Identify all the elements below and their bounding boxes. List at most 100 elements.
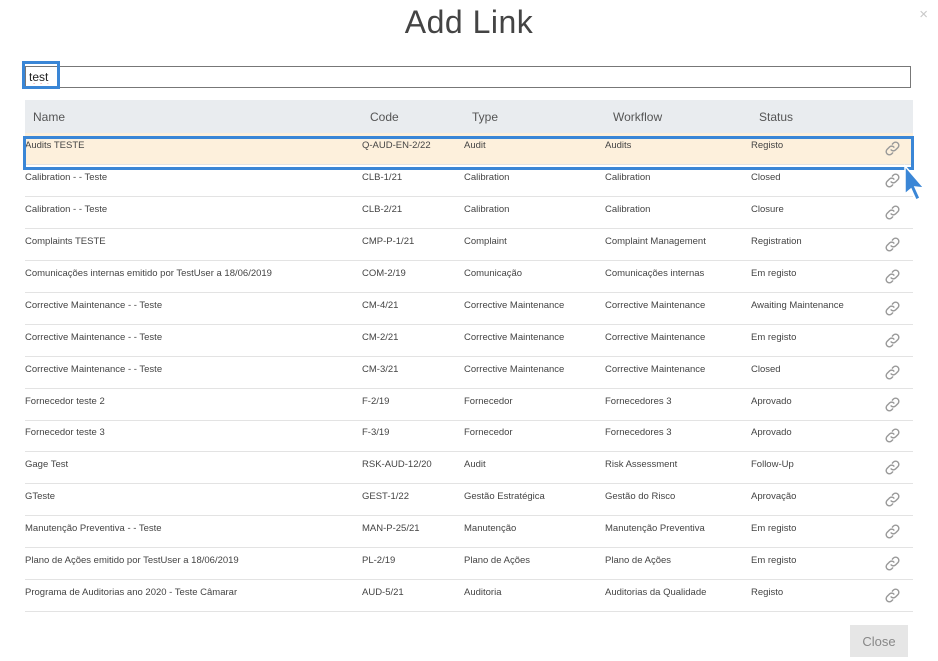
column-header-workflow[interactable]: Workflow: [605, 100, 751, 133]
cell-code: F-2/19: [362, 395, 390, 407]
link-icon[interactable]: [884, 204, 901, 221]
cell-workflow: Gestão do Risco: [605, 491, 676, 503]
cell-workflow: Risk Assessment: [605, 459, 678, 471]
link-icon[interactable]: [884, 523, 901, 540]
table-row[interactable]: Calibration - - Teste CLB-2/21 Calibration…: [25, 197, 913, 229]
cell-status: Registo: [751, 586, 784, 598]
cell-code: PL-2/19: [362, 555, 396, 567]
cell-code: AUD-5/21: [362, 586, 404, 598]
cell-workflow: Fornecedores 3: [605, 427, 672, 439]
cell-type: Fornecedor: [464, 427, 513, 439]
table-row[interactable]: GTeste GEST-1/22 Gestão Estratégica Gestão …: [25, 484, 913, 516]
table-row[interactable]: Plano de Ações emitido por TestUser a 18…: [25, 548, 913, 580]
column-header-type[interactable]: Type: [464, 100, 605, 133]
table-row[interactable]: Corrective Maintenance - - Teste CM-2/21 C…: [25, 324, 913, 357]
cell-action: [872, 388, 913, 420]
cell-name: Gage Test: [25, 459, 69, 471]
link-icon[interactable]: [884, 364, 901, 381]
cell-name: Manutenção Preventiva - - Teste: [25, 523, 162, 535]
cell-code: MAN-P-25/21: [362, 523, 420, 535]
table-row[interactable]: Corrective Maintenance - - Teste CM-4/21 C…: [25, 292, 913, 325]
cell-name: Programa de Auditorias ano 2020 - Teste …: [25, 586, 238, 598]
cell-status: Closed: [751, 363, 781, 375]
cell-action: [872, 229, 913, 261]
column-header-action: [872, 100, 913, 133]
search-field: [25, 66, 911, 88]
link-icon[interactable]: [884, 172, 901, 189]
cell-workflow: Plano de Ações: [605, 555, 672, 567]
table-row[interactable]: Calibration - - Teste CLB-1/21 Calibration…: [25, 165, 913, 197]
cell-action: [872, 292, 913, 324]
cell-type: Complaint: [464, 236, 507, 248]
cell-type: Corrective Maintenance: [464, 299, 565, 311]
cell-status: Follow-Up: [751, 459, 794, 471]
cell-name: Calibration - - Teste: [25, 204, 108, 216]
cell-code: COM-2/19: [362, 268, 406, 279]
cell-workflow: Comunicações internas: [605, 268, 705, 279]
table-row[interactable]: Fornecedor teste 2 F-2/19 Fornecedor Fornec…: [25, 388, 913, 421]
results-table: Name Code Type Workflow Status Audits TE…: [25, 100, 913, 612]
cell-status: Aprovação: [751, 491, 797, 503]
link-icon[interactable]: [884, 236, 901, 253]
cell-name: Corrective Maintenance - - Teste: [25, 363, 163, 375]
close-button[interactable]: Close: [850, 625, 908, 657]
link-icon[interactable]: [884, 427, 901, 444]
dialog-title: Add Link: [404, 4, 534, 40]
column-header-status[interactable]: Status: [751, 100, 872, 133]
table-row[interactable]: Comunicações internas emitido por TestUs…: [25, 261, 913, 293]
cell-code: CMP-P-1/21: [362, 236, 415, 248]
cell-workflow: Calibration: [605, 204, 651, 216]
link-icon[interactable]: [884, 459, 901, 476]
cell-status: Closed: [751, 172, 781, 184]
cell-workflow: Corrective Maintenance: [605, 331, 706, 343]
link-icon[interactable]: [884, 268, 901, 285]
cell-code: CLB-1/21: [362, 172, 403, 184]
table-row[interactable]: Programa de Auditorias ano 2020 - Teste …: [25, 579, 913, 612]
cell-status: Registration: [751, 236, 802, 248]
cell-name: Audits TESTE: [25, 140, 85, 152]
cell-workflow: Corrective Maintenance: [605, 299, 706, 311]
cell-status: Closure: [751, 204, 784, 216]
link-icon[interactable]: [884, 332, 901, 349]
cell-code: CM-4/21: [362, 299, 399, 311]
cell-type: Fornecedor: [464, 395, 513, 407]
cell-type: Comunicação: [464, 268, 523, 279]
column-header-name[interactable]: Name: [25, 100, 362, 133]
table-row[interactable]: Manutenção Preventiva - - Teste MAN-P-25/…: [25, 516, 913, 548]
cell-code: Q-AUD-EN-2/22: [362, 140, 431, 152]
cell-status: Awaiting Maintenance: [751, 299, 844, 311]
cell-status: Em registo: [751, 523, 797, 535]
cell-type: Audit: [464, 459, 486, 471]
cell-type: Auditoria: [464, 586, 502, 598]
cell-code: RSK-AUD-12/20: [362, 459, 432, 471]
link-icon[interactable]: [884, 396, 901, 413]
link-icon[interactable]: [884, 140, 901, 157]
column-header-code[interactable]: Code: [362, 100, 464, 133]
search-input[interactable]: [26, 67, 910, 87]
table-row[interactable]: Corrective Maintenance - - Teste CM-3/21 C…: [25, 356, 913, 389]
table-row[interactable]: Fornecedor teste 3 F-3/19 Fornecedor Fornec…: [25, 420, 913, 452]
link-icon[interactable]: [884, 555, 901, 572]
cell-type: Plano de Ações: [464, 555, 531, 567]
link-icon[interactable]: [884, 491, 901, 508]
cell-type: Manutenção: [464, 523, 517, 535]
cell-name: GTeste: [25, 491, 56, 503]
cell-action: [872, 261, 913, 293]
cell-name: Calibration - - Teste: [25, 172, 108, 184]
table-row[interactable]: Gage Test RSK-AUD-12/20 Audit Risk Assessme…: [25, 452, 913, 484]
table-header-row: Name Code Type Workflow Status: [25, 100, 913, 133]
cell-name: Comunicações internas emitido por TestUs…: [25, 268, 272, 279]
link-icon[interactable]: [884, 300, 901, 317]
cell-workflow: Auditorias da Qualidade: [605, 586, 707, 598]
cell-name: Complaints TESTE: [25, 236, 106, 248]
table-row[interactable]: Audits TESTE Q-AUD-EN-2/22 Audit Audits Regi…: [25, 133, 913, 165]
cell-type: Audit: [464, 140, 486, 152]
cell-workflow: Manutenção Preventiva: [605, 523, 705, 535]
cell-workflow: Audits: [605, 140, 632, 152]
cell-action: [872, 579, 913, 611]
cell-code: F-3/19: [362, 427, 390, 439]
link-icon[interactable]: [884, 587, 901, 604]
cell-status: Aprovado: [751, 427, 792, 439]
table-row[interactable]: Complaints TESTE CMP-P-1/21 Complaint Compl…: [25, 229, 913, 261]
cell-name: Fornecedor teste 2: [25, 395, 105, 407]
